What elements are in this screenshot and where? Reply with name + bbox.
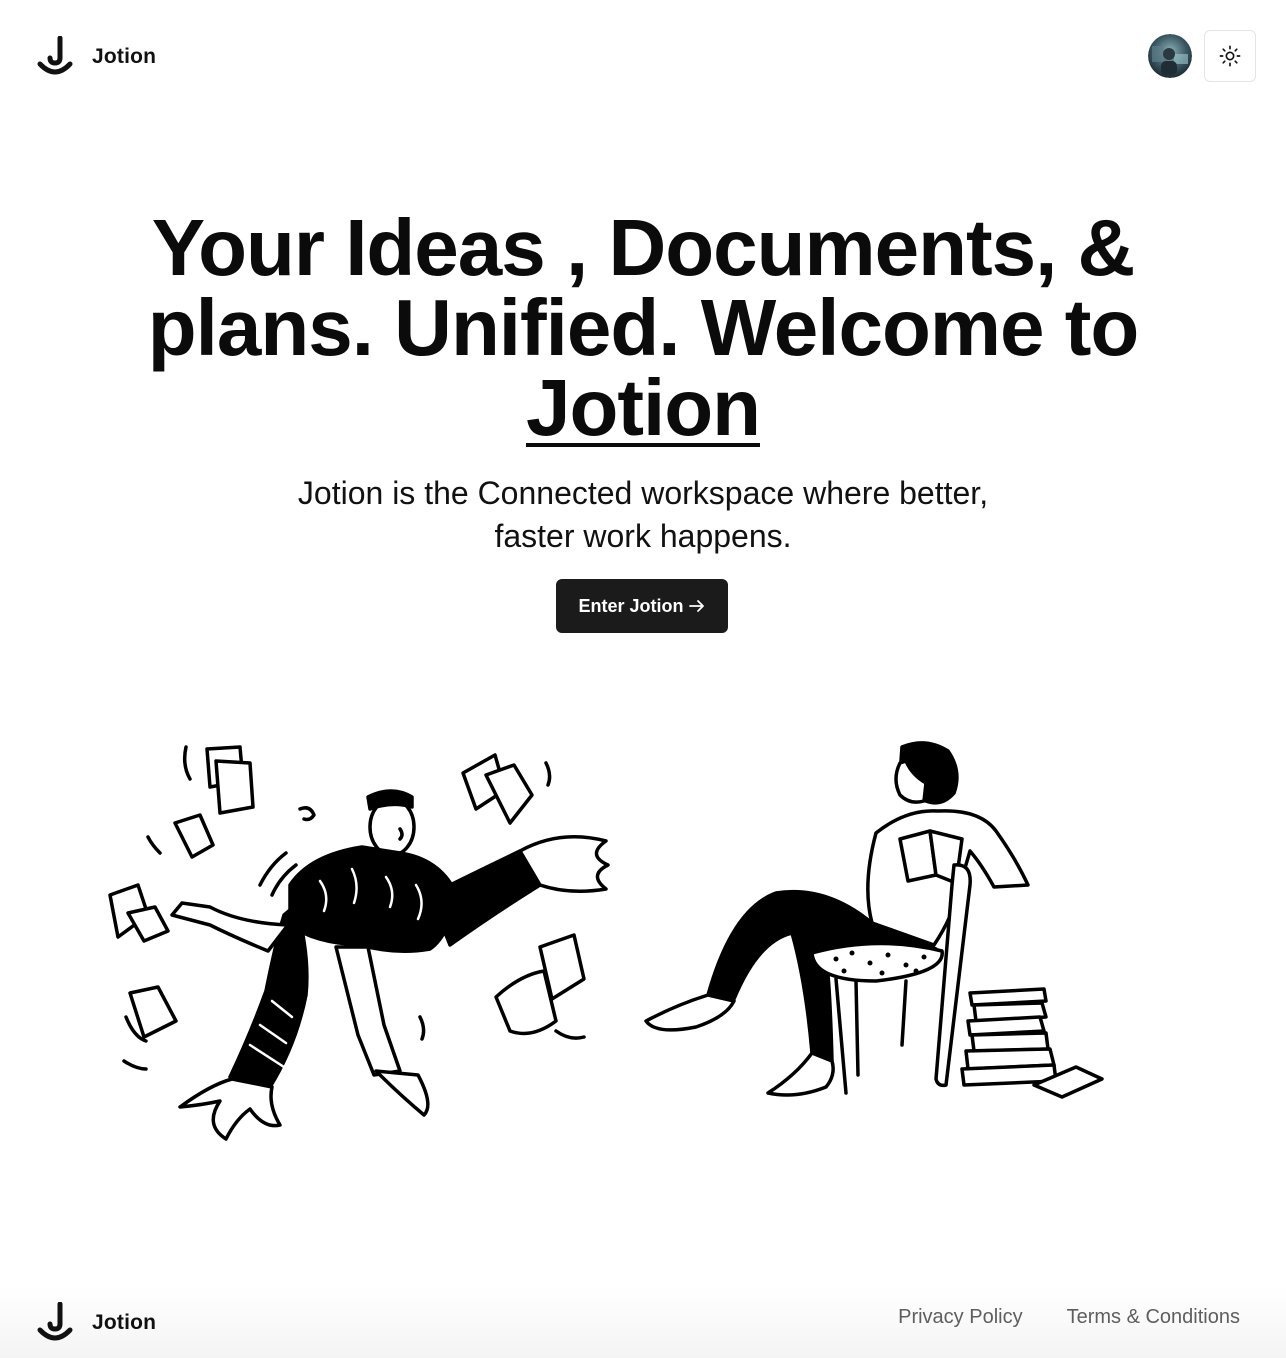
brand[interactable]: Jotion [36,36,156,78]
top-navbar: Jotion [0,0,1286,112]
user-avatar[interactable] [1148,34,1192,78]
enter-jotion-button[interactable]: Enter Jotion [556,579,728,633]
footer-brand-name: Jotion [92,1311,157,1334]
theme-toggle-button[interactable] [1204,30,1256,82]
jotion-logo-icon [37,36,73,75]
enter-jotion-label: Enter Jotion [578,595,684,616]
brand-name: Jotion [92,45,157,68]
person-throwing-papers-illustration [108,745,610,1141]
sun-icon [1219,45,1241,67]
hero-heading-text: Your Ideas , Documents, & plans. Unified… [147,203,1139,372]
person-reading-on-chair-illustration [644,741,1104,1099]
footer-brand[interactable]: Jotion [36,1302,156,1344]
jotion-logo-icon [37,1302,73,1341]
privacy-policy-link[interactable]: Privacy Policy [898,1306,1022,1329]
header-actions [1148,30,1256,82]
hero-heading-brand: Jotion [526,363,761,452]
arrow-right-icon [688,600,704,612]
hero-subheading: Jotion is the Connected workspace where … [297,475,989,554]
hero-heading: Your Ideas , Documents, & plans. Unified… [100,208,1186,448]
footer-links: Privacy Policy Terms & Conditions [854,1306,1240,1329]
terms-conditions-link[interactable]: Terms & Conditions [1067,1306,1240,1329]
footer: Jotion Privacy Policy Terms & Conditions [0,1286,1286,1358]
